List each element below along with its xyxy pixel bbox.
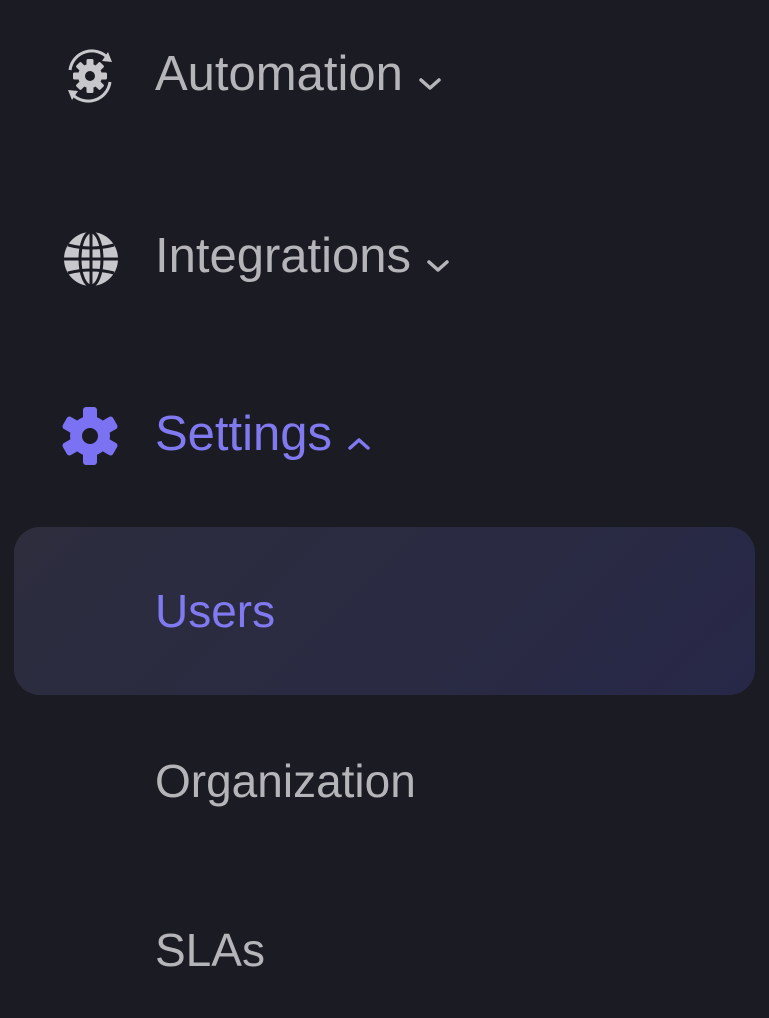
gear-icon xyxy=(58,404,122,468)
settings-label-text: Settings xyxy=(155,407,333,462)
sidebar-subitem-users[interactable]: Users xyxy=(14,527,755,695)
sidebar-item-settings[interactable]: Settings xyxy=(0,402,769,470)
sidebar-subitem-slas-label: SLAs xyxy=(155,924,265,976)
chevron-down-icon xyxy=(417,53,443,102)
sidebar-subitem-users-label: Users xyxy=(155,585,276,637)
globe-icon xyxy=(58,226,122,290)
automation-label-text: Automation xyxy=(155,47,403,102)
sidebar-subitem-organization-label: Organization xyxy=(155,755,416,807)
sidebar-subitem-organization[interactable]: Organization xyxy=(14,697,755,865)
sidebar-item-automation-label: Automation xyxy=(155,50,443,102)
gear-sync-icon xyxy=(58,44,122,108)
sidebar-subitem-slas[interactable]: SLAs xyxy=(14,866,755,1018)
sidebar-item-integrations[interactable]: Integrations xyxy=(0,224,769,292)
sidebar-item-settings-label: Settings xyxy=(155,410,372,462)
chevron-up-icon xyxy=(346,413,372,462)
sidebar-nav: Automation Integrations Settings Users O… xyxy=(0,0,769,1018)
sidebar-item-automation[interactable]: Automation xyxy=(0,42,769,110)
sidebar-item-integrations-label: Integrations xyxy=(155,232,451,284)
chevron-down-icon xyxy=(425,235,451,284)
integrations-label-text: Integrations xyxy=(155,229,412,284)
